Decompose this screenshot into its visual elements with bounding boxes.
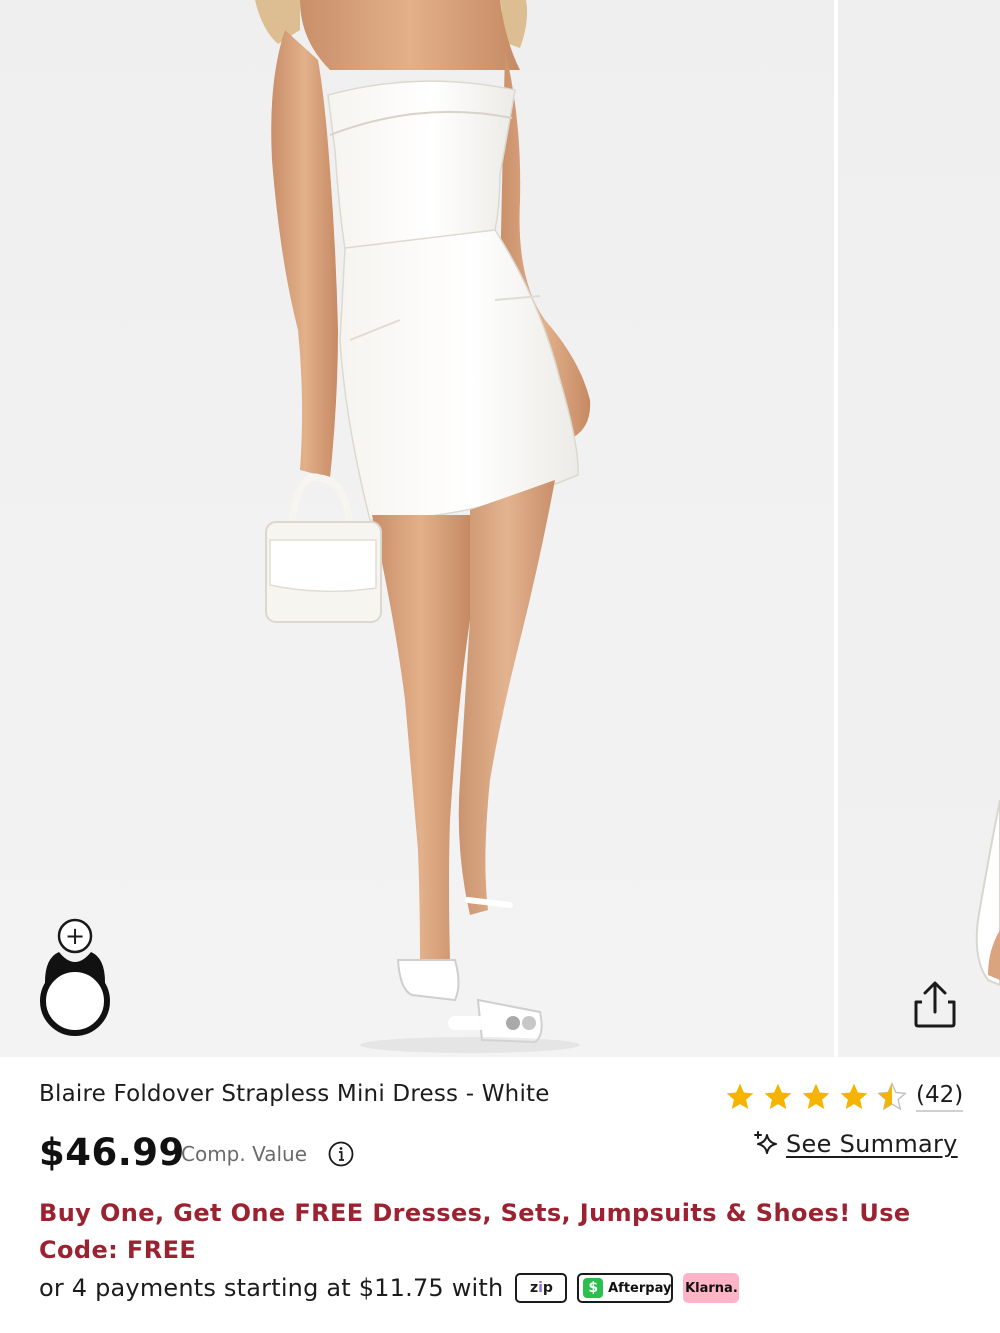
star-full-icon: [726, 1083, 754, 1109]
rating-summary[interactable]: (42): [724, 1077, 964, 1117]
comp-value-label: Comp. Value: [181, 1142, 308, 1166]
product-price: $46.99: [39, 1131, 185, 1174]
try-on-plus-icon: +: [65, 922, 85, 950]
star-full-icon: [840, 1083, 868, 1109]
afterpay-badge[interactable]: $ Afterpay: [577, 1273, 674, 1303]
see-summary-label[interactable]: See Summary: [786, 1130, 958, 1158]
klarna-badge[interactable]: Klarna.: [683, 1273, 740, 1303]
model-photo-next: [975, 799, 1000, 987]
model-photo: [255, 0, 591, 1053]
sparkle-icon: [754, 1131, 777, 1154]
product-image-main[interactable]: [0, 0, 834, 1057]
product-title: Blaire Foldover Strapless Mini Dress - W…: [39, 1081, 550, 1107]
klarna-label: Klarna.: [685, 1280, 738, 1296]
info-icon[interactable]: [328, 1141, 354, 1167]
afterpay-dollar-icon: $: [583, 1278, 604, 1298]
share-icon: [914, 981, 956, 1028]
product-image-next[interactable]: [838, 0, 1000, 1057]
carousel-dot[interactable]: [506, 1016, 520, 1030]
zip-label: zip: [529, 1280, 553, 1296]
carousel-dot-active[interactable]: [448, 1016, 504, 1030]
carousel-indicator: [448, 1014, 536, 1032]
star-half-icon: [877, 1082, 907, 1111]
afterpay-label: Afterpay: [608, 1280, 672, 1296]
review-count-link[interactable]: (42): [916, 1082, 964, 1112]
installment-text: or 4 payments starting at $11.75 with: [39, 1274, 504, 1302]
zip-badge[interactable]: zip: [515, 1273, 568, 1303]
star-full-icon: [764, 1083, 792, 1109]
promo-banner: Buy One, Get One FREE Dresses, Sets, Jum…: [39, 1199, 911, 1264]
star-full-icon: [802, 1083, 830, 1109]
carousel-dot[interactable]: [522, 1016, 536, 1030]
virtual-try-on-button[interactable]: +: [39, 918, 111, 1036]
product-image-gallery[interactable]: +: [0, 0, 1000, 1057]
star-rating: [724, 1081, 914, 1113]
share-button[interactable]: [908, 978, 962, 1032]
product-info: Blaire Foldover Strapless Mini Dress - W…: [0, 1057, 1000, 1333]
see-summary-link[interactable]: See Summary: [752, 1129, 958, 1159]
installment-payments: or 4 payments starting at $11.75 with zi…: [39, 1271, 740, 1305]
